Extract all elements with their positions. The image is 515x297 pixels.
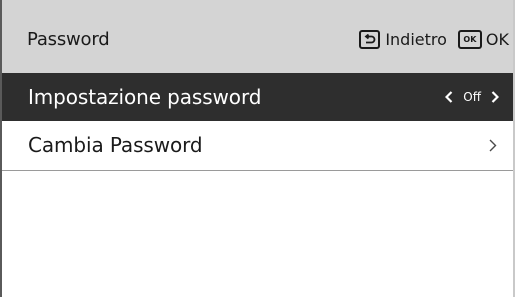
page-title: Password (27, 29, 110, 50)
ok-label[interactable]: OK (486, 30, 509, 49)
chevron-left-icon[interactable] (445, 91, 453, 103)
return-arrow-icon (364, 33, 376, 43)
password-settings-screen: Password Indietro OK OK Impostazione pas… (0, 0, 515, 297)
value-text: Off (463, 90, 481, 104)
header-actions: Indietro OK OK (359, 28, 509, 50)
menu-item-cambia-password[interactable]: Cambia Password (2, 121, 513, 171)
header-bar: Password Indietro OK OK (2, 0, 513, 73)
chevron-right-icon (489, 139, 497, 152)
menu-item-impostazione-password[interactable]: Impostazione password Off (2, 73, 513, 121)
chevron-right-icon[interactable] (491, 91, 499, 103)
value-selector[interactable]: Off (445, 86, 499, 108)
back-label[interactable]: Indietro (385, 30, 447, 49)
menu-item-label: Impostazione password (28, 85, 262, 109)
back-key-icon[interactable] (359, 29, 381, 49)
menu-item-label: Cambia Password (28, 133, 203, 157)
ok-key-icon[interactable]: OK (457, 29, 482, 49)
